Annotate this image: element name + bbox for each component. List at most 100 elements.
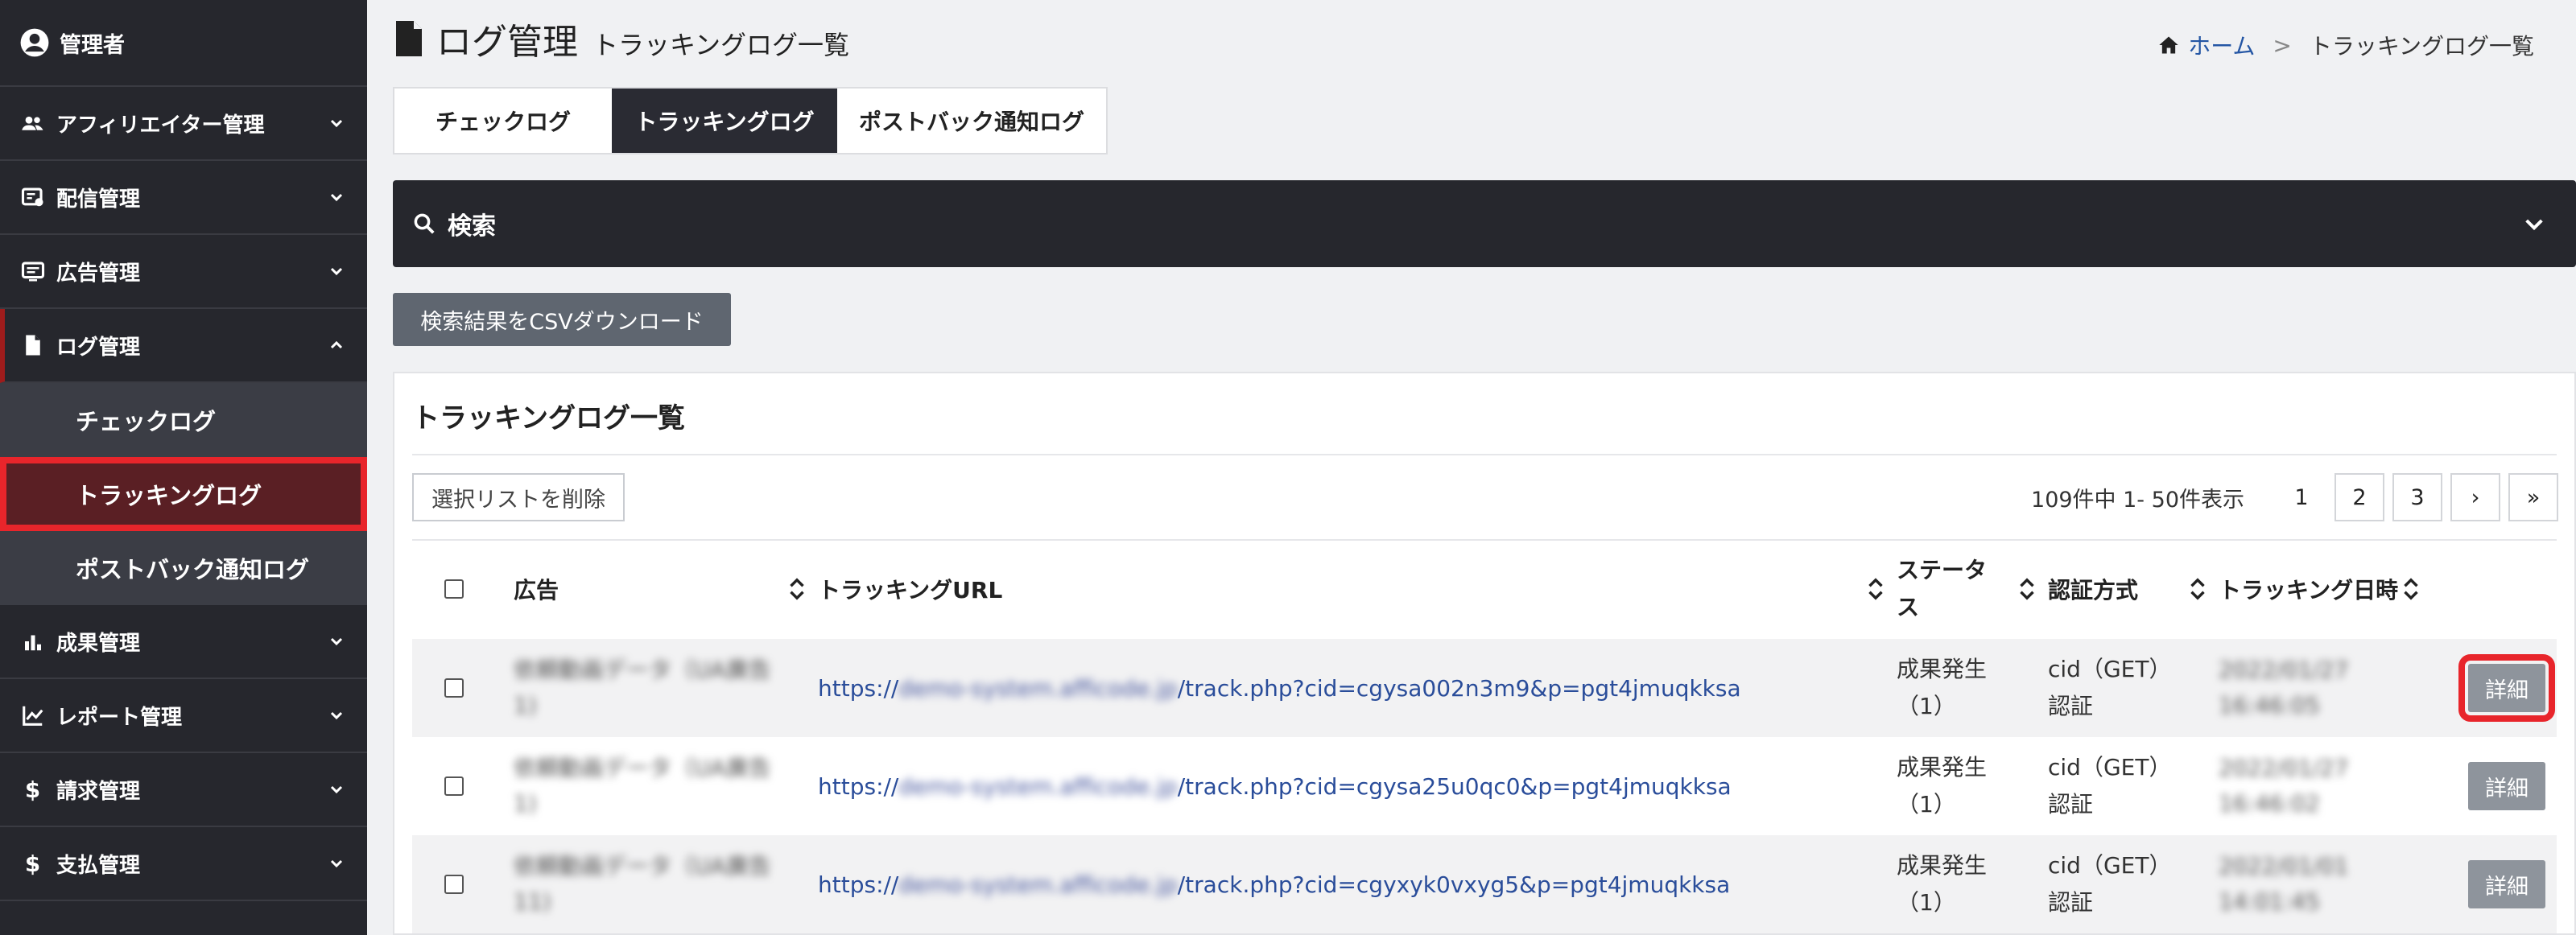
pagination-info: 109件中 1- 50件表示: [2031, 487, 2244, 513]
row-ad-line1: 依頼動画データ（UA廣告: [514, 755, 771, 781]
col-date-label: トラッキング日時: [2219, 577, 2399, 603]
sidebar-item-results[interactable]: 成果管理: [0, 605, 367, 679]
file-icon: [396, 21, 422, 56]
col-url-label: トラッキングURL: [818, 577, 1003, 603]
sidebar-item-logs[interactable]: ログ管理: [0, 309, 367, 383]
row-date: 2022/01/27 16:46:05: [2219, 653, 2444, 723]
sidebar-item-reports[interactable]: レポート管理: [0, 679, 367, 753]
page-2[interactable]: 2: [2334, 473, 2384, 521]
page-1[interactable]: 1: [2277, 473, 2326, 521]
col-ad[interactable]: 広告: [496, 573, 818, 605]
breadcrumb-home[interactable]: ホーム: [2157, 29, 2255, 61]
sidebar-item-label: 成果管理: [56, 631, 141, 656]
page-3[interactable]: 3: [2392, 473, 2442, 521]
sidebar-subitem-tracking-log[interactable]: トラッキングログ: [0, 457, 367, 531]
page-title: ログ管理: [436, 22, 578, 63]
tab-tracking-log[interactable]: トラッキングログ: [612, 89, 837, 153]
row-checkbox[interactable]: [444, 678, 464, 698]
sidebar-item-delivery[interactable]: 配信管理: [0, 161, 367, 235]
row-ad: 依頼動画データ（UA廣告 1): [496, 751, 818, 822]
search-icon: [414, 213, 435, 234]
row-status: 成果発生 （1）: [1897, 651, 2048, 725]
row-ad-line2: 1): [514, 790, 537, 817]
dollar-icon: $: [25, 851, 40, 875]
sort-icon: [2190, 578, 2205, 600]
col-auth-label: 認証方式: [2048, 577, 2139, 603]
row-auth-line1: cid（GET）: [2048, 852, 2172, 879]
url-host: demo-system.afficode.jp: [898, 674, 1178, 702]
row-tracking-url[interactable]: https://demo-system.afficode.jp/track.ph…: [818, 773, 1897, 800]
row-checkbox[interactable]: [444, 776, 464, 796]
row-auth: cid（GET） 認証: [2048, 651, 2219, 725]
col-auth[interactable]: 認証方式: [2048, 573, 2219, 605]
col-date[interactable]: トラッキング日時: [2219, 573, 2444, 605]
chevron-down-icon: [330, 119, 343, 128]
row-auth: cid（GET） 認証: [2048, 847, 2219, 921]
url-host: demo-system.afficode.jp: [898, 871, 1178, 898]
user-circle-icon: [20, 28, 49, 57]
row-ad-line1: 依頼動画データ（UA廣告: [514, 657, 771, 683]
col-url[interactable]: トラッキングURL: [818, 573, 1897, 605]
row-status-line2: （1）: [1897, 889, 1956, 916]
table-row: 依頼動画データ（UA廣告 1) https://demo-system.affic…: [412, 639, 2557, 737]
line-chart-icon: [23, 706, 43, 726]
row-ad-line2: 1): [514, 692, 537, 719]
chevron-down-icon: [330, 637, 343, 646]
breadcrumb-separator: >: [2273, 31, 2292, 59]
col-status[interactable]: ステータス: [1897, 552, 2048, 626]
row-tracking-url[interactable]: https://demo-system.afficode.jp/track.ph…: [818, 675, 1897, 702]
row-tracking-url[interactable]: https://demo-system.afficode.jp/track.ph…: [818, 871, 1897, 898]
row-auth-line2: 認証: [2048, 889, 2094, 916]
page-last[interactable]: »: [2508, 473, 2558, 521]
sidebar-subitem-check-log[interactable]: チェックログ: [0, 383, 367, 457]
row-status-line2: （1）: [1897, 693, 1956, 719]
sidebar-user-label: 管理者: [60, 32, 125, 58]
row-date-line2: 14:01:45: [2219, 888, 2320, 915]
row-auth-line1: cid（GET）: [2048, 656, 2172, 682]
delete-selected-button[interactable]: 選択リストを削除: [412, 473, 625, 521]
csv-download-button[interactable]: 検索結果をCSVダウンロード: [393, 293, 731, 346]
select-all-checkbox[interactable]: [444, 579, 464, 599]
row-status-line1: 成果発生: [1897, 852, 1988, 879]
sidebar-item-ads[interactable]: 広告管理: [0, 235, 367, 309]
sidebar-item-payments[interactable]: $ 支払管理: [0, 827, 367, 901]
divider: [412, 454, 2557, 455]
detail-button[interactable]: 詳細: [2468, 762, 2545, 810]
row-date: 2022/01/01 14:01:45: [2219, 849, 2444, 920]
col-status-label: ステータス: [1897, 552, 2019, 626]
row-status-line2: （1）: [1897, 791, 1956, 818]
chevron-down-icon: [2525, 219, 2543, 231]
chevron-down-icon: [330, 785, 343, 794]
page-next[interactable]: ›: [2450, 473, 2500, 521]
sidebar-user[interactable]: 管理者: [0, 0, 367, 87]
sidebar-item-label: ログ管理: [56, 335, 141, 360]
sort-icon: [790, 578, 804, 600]
chevron-down-icon: [330, 193, 343, 202]
search-panel-toggle[interactable]: 検索: [393, 180, 2576, 267]
tab-check-log[interactable]: チェックログ: [394, 89, 612, 153]
sidebar-item-billing[interactable]: $ 請求管理: [0, 753, 367, 827]
sidebar-item-label: アフィリエイター管理: [56, 113, 265, 138]
row-status: 成果発生 （1）: [1897, 847, 2048, 921]
sidebar-subitem-postback-log[interactable]: ポストバック通知ログ: [0, 531, 367, 605]
row-date-line2: 16:46:02: [2219, 790, 2320, 817]
chevron-down-icon: [330, 267, 343, 276]
sidebar-item-label: 支払管理: [56, 853, 141, 878]
detail-button[interactable]: 詳細: [2458, 654, 2555, 722]
row-ad: 依頼動画データ（UA廣告 11): [496, 849, 818, 920]
tab-postback-log[interactable]: ポストバック通知ログ: [837, 89, 1106, 153]
chevron-down-icon: [330, 859, 343, 868]
url-path: /track.php?cid=cgyxyk0vxyg5&p=pgt4jmuqkk…: [1177, 871, 1731, 898]
row-ad-line2: 11): [514, 888, 551, 915]
row-checkbox[interactable]: [444, 875, 464, 894]
row-date: 2022/01/27 16:46:02: [2219, 751, 2444, 822]
users-icon: [22, 116, 43, 130]
file-icon: [26, 335, 40, 356]
url-prefix: https://: [818, 871, 899, 898]
bar-chart-icon: [25, 635, 41, 651]
detail-button[interactable]: 詳細: [2468, 860, 2545, 908]
sidebar-item-affiliate[interactable]: アフィリエイター管理: [0, 87, 367, 161]
breadcrumb: ホーム > トラッキングログ一覧: [2157, 29, 2534, 61]
svg-text:$: $: [25, 851, 40, 875]
row-date-line1: 2022/01/01: [2219, 853, 2349, 879]
